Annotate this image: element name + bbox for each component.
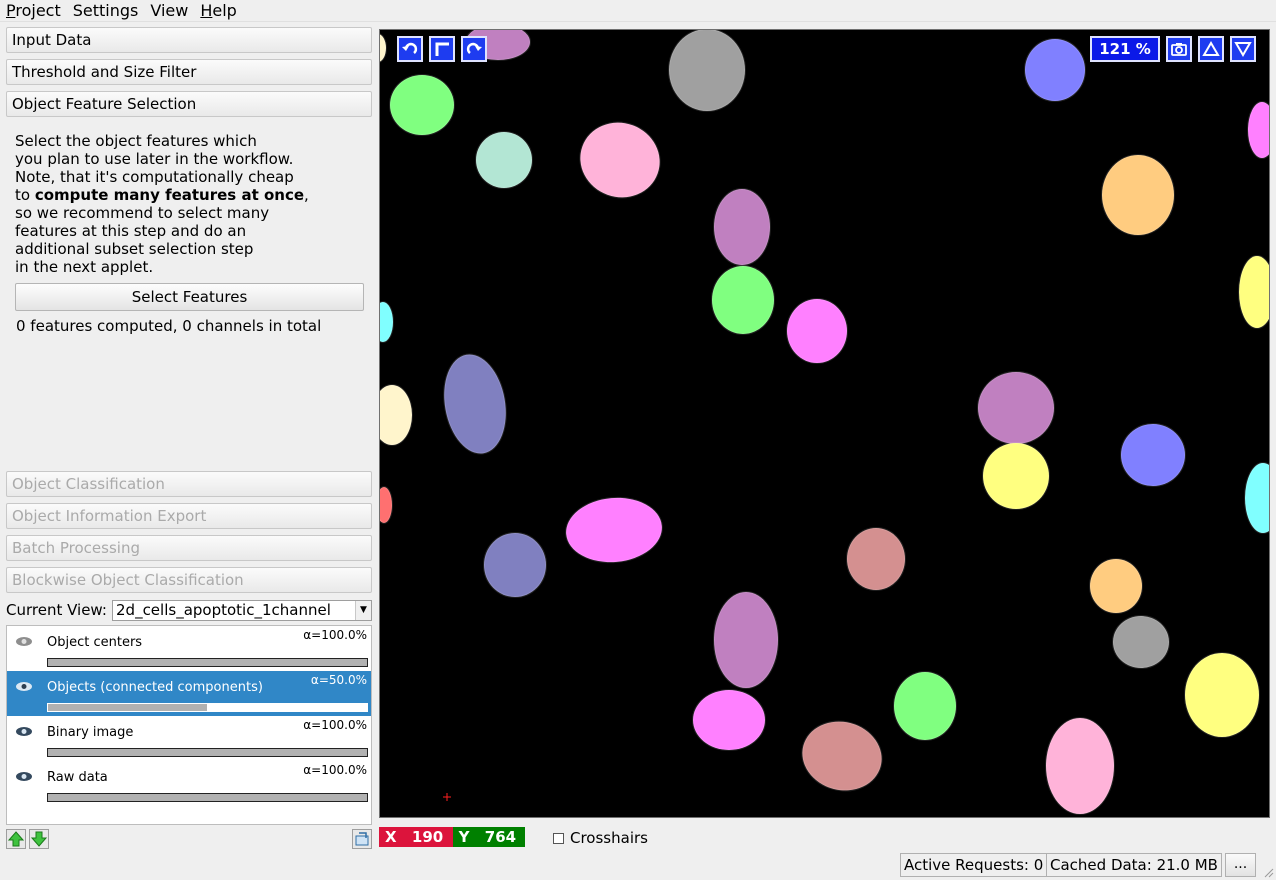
applet-blockwise-object-classification[interactable]: Blockwise Object Classification [6, 567, 372, 593]
arrow-down-icon [30, 831, 48, 847]
applet-drawer: Input Data Threshold and Size Filter Obj… [4, 27, 374, 595]
layer-object-centers[interactable]: Object centers α=100.0% [7, 626, 371, 671]
current-view-label: Current View: [6, 601, 107, 619]
resize-grip-icon[interactable] [1262, 866, 1274, 878]
layer-name: Raw data [47, 770, 108, 785]
segmented-cells-image[interactable] [380, 30, 1270, 818]
minimize-viewer-button[interactable] [1230, 36, 1256, 62]
eye-icon[interactable] [15, 681, 33, 692]
opacity-fill [48, 659, 367, 666]
x-coordinate-value: 190 [411, 828, 444, 846]
rotate-left-icon [402, 42, 418, 54]
triangle-up-icon [1202, 41, 1220, 56]
menu-project[interactable]: Project [0, 0, 67, 22]
eye-icon[interactable] [15, 636, 33, 647]
opacity-fill [48, 749, 367, 756]
layer-opacity-label: α=100.0% [303, 763, 367, 777]
chevron-down-icon: ▼ [355, 601, 371, 620]
active-requests-status: Active Requests: 0 [900, 853, 1048, 877]
layer-opacity-label: α=100.0% [303, 718, 367, 732]
rotate-right-icon [466, 42, 482, 54]
transpose-icon [435, 42, 449, 56]
layer-opacity-slider[interactable] [47, 748, 368, 757]
triangle-down-icon [1234, 42, 1252, 57]
current-view-dropdown[interactable]: 2d_cells_apoptotic_1channel ▼ [112, 600, 372, 621]
crosshair-marker [443, 793, 451, 801]
layer-binary-image[interactable]: Binary image α=100.0% [7, 716, 371, 761]
y-coordinate: Y 764 [452, 827, 526, 847]
snapshot-button[interactable] [1166, 36, 1192, 62]
move-layer-up-button[interactable] [6, 829, 26, 849]
coordinate-readout: X 190 Y 764 [379, 827, 526, 847]
applet-input-data[interactable]: Input Data [6, 27, 372, 53]
opacity-fill [48, 794, 367, 801]
memory-details-button[interactable]: ... [1225, 853, 1256, 877]
crosshairs-checkbox[interactable] [553, 832, 564, 844]
layer-opacity-label: α=50.0% [310, 673, 367, 687]
applet-object-information-export[interactable]: Object Information Export [6, 503, 372, 529]
applet-batch-processing[interactable]: Batch Processing [6, 535, 372, 561]
opacity-fill [48, 704, 207, 711]
feature-selection-panel: Select the object features which you pla… [6, 122, 372, 470]
crosshairs-label: Crosshairs [570, 829, 648, 847]
menubar: Project Settings View Help [0, 0, 1276, 22]
description-emphasis: compute many features at once [34, 186, 305, 204]
applet-object-feature-selection[interactable]: Object Feature Selection [6, 91, 372, 117]
eye-icon[interactable] [15, 771, 33, 782]
move-layer-down-button[interactable] [29, 829, 49, 849]
layer-opacity-label: α=100.0% [303, 628, 367, 642]
maximize-viewer-button[interactable] [1198, 36, 1224, 62]
layer-name: Object centers [47, 635, 143, 650]
current-view-value: 2d_cells_apoptotic_1channel [116, 601, 331, 619]
eye-icon[interactable] [15, 726, 33, 737]
rotate-left-button[interactable] [397, 36, 423, 62]
features-status-label: 0 features computed, 0 channels in total [16, 317, 322, 335]
image-viewer[interactable]: 121 % [379, 29, 1270, 818]
layer-name: Objects (connected components) [47, 680, 263, 695]
rotate-right-button[interactable] [461, 36, 487, 62]
y-coordinate-value: 764 [484, 828, 517, 846]
applet-object-classification[interactable]: Object Classification [6, 471, 372, 497]
layer-opacity-slider[interactable] [47, 658, 368, 667]
menu-view[interactable]: View [144, 0, 194, 22]
applet-threshold-size-filter[interactable]: Threshold and Size Filter [6, 59, 372, 85]
transpose-button[interactable] [429, 36, 455, 62]
x-coordinate: X 190 [379, 827, 453, 847]
layer-objects-connected-components[interactable]: Objects (connected components) α=50.0% [7, 671, 371, 716]
layer-settings-icon [355, 832, 369, 846]
select-features-button[interactable]: Select Features [15, 283, 364, 311]
menu-help[interactable]: Help [194, 0, 242, 22]
layer-raw-data[interactable]: Raw data α=100.0% [7, 761, 371, 806]
cached-data-status: Cached Data: 21.0 MB [1046, 853, 1222, 877]
feature-selection-description: Select the object features which you pla… [15, 132, 309, 276]
camera-icon [1171, 43, 1187, 56]
crosshairs-toggle[interactable]: Crosshairs [553, 829, 648, 847]
layer-name: Binary image [47, 725, 134, 740]
layer-opacity-slider[interactable] [47, 793, 368, 802]
arrow-up-icon [7, 831, 25, 847]
layer-context-button[interactable] [352, 829, 372, 849]
layer-opacity-slider[interactable] [47, 703, 368, 712]
zoom-level-indicator[interactable]: 121 % [1090, 36, 1160, 62]
menu-settings[interactable]: Settings [67, 0, 145, 22]
layer-list: Object centers α=100.0% Objects (connect… [6, 625, 372, 825]
